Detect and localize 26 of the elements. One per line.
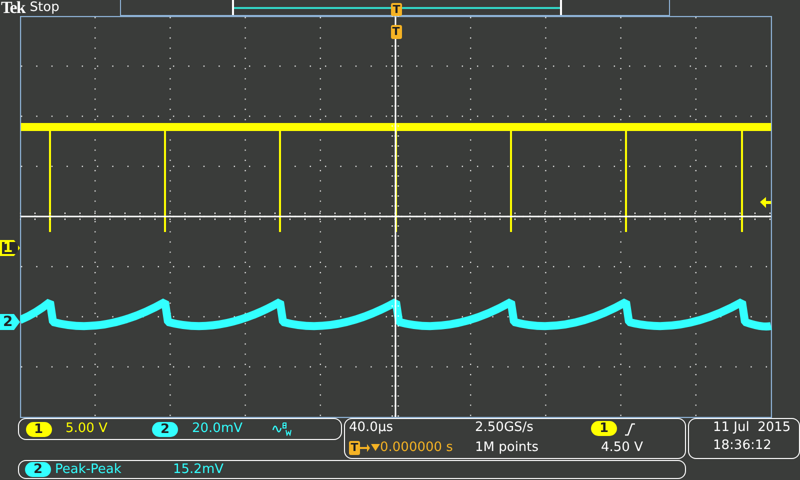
channel-marker: 1 (0, 240, 20, 256)
trigger-position-marker: T (391, 3, 402, 16)
brand-logo: Tek (1, 0, 25, 16)
record-length: 1M points (475, 438, 540, 456)
channel-badge: 2 (25, 462, 51, 477)
trigger-level-icon (760, 197, 771, 208)
channel-badge: 2 (152, 422, 178, 436)
bandwidth-limit-icon (272, 422, 294, 436)
date-text: 11 Jul 2015 (713, 419, 792, 437)
trigger-level: 4.50 V (600, 438, 644, 456)
measurement-value: 15.2mV (173, 460, 224, 479)
channel-scale: 20.0mV (192, 420, 244, 438)
rising-edge-icon (624, 422, 636, 436)
trigger-source-badge: 1 (591, 421, 617, 436)
trigger-delay: 0.000000 s (380, 439, 453, 458)
time-text: 18:36:12 (713, 437, 772, 455)
channel-marker: 2 (0, 314, 20, 330)
sample-rate: 2.50GS/s (475, 419, 534, 437)
acquisition-state: Stop (30, 0, 60, 16)
measurement-name: Peak-Peak (55, 460, 122, 479)
timebase-scale: 40.0µs (349, 419, 394, 437)
trigger-position-marker: T (349, 441, 360, 456)
channel-badge: 1 (26, 422, 52, 436)
channel-scale: 5.00 V (66, 420, 108, 438)
trigger-position-marker: T (390, 25, 402, 39)
delay-arrow-icon (360, 442, 380, 454)
